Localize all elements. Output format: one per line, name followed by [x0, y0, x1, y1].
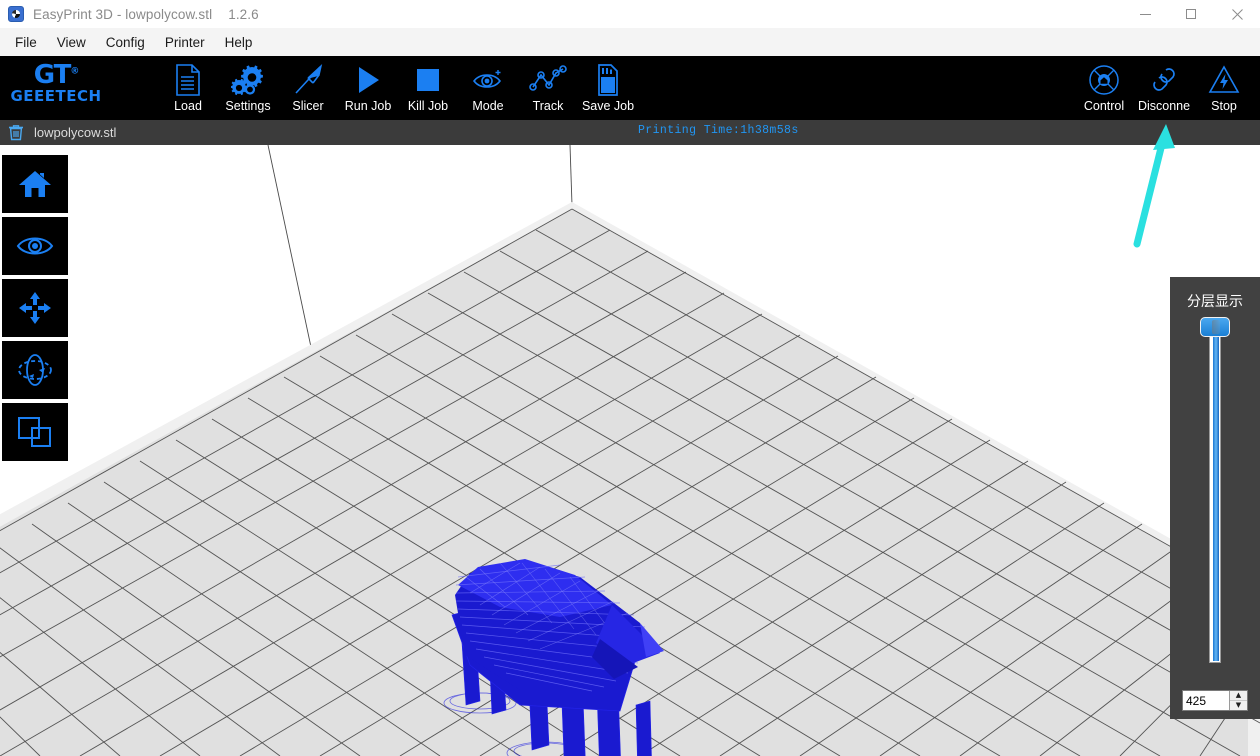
- layer-display-panel: 分层显示 425 ▲ ▼: [1170, 277, 1260, 719]
- mode-label: Mode: [472, 99, 503, 113]
- annotation-arrow-icon: [1125, 118, 1195, 248]
- control-button[interactable]: Control: [1074, 56, 1134, 120]
- toolbar-right-group: Control Disconne: [1074, 56, 1254, 120]
- caret-up-icon[interactable]: ▲: [1230, 691, 1247, 701]
- save-job-button[interactable]: Save Job: [578, 56, 638, 120]
- load-button[interactable]: Load: [158, 56, 218, 120]
- close-icon: [1232, 9, 1243, 20]
- control-dial-icon: [1087, 62, 1121, 98]
- printing-time-status: Printing Time:1h38m58s: [638, 124, 799, 137]
- trash-icon[interactable]: [8, 124, 24, 141]
- menu-help[interactable]: Help: [215, 28, 263, 56]
- sidebar-item-view-mode[interactable]: [2, 217, 68, 275]
- kill-job-label: Kill Job: [408, 99, 448, 113]
- layer-value-stepper[interactable]: 425 ▲ ▼: [1182, 690, 1248, 711]
- sidebar-item-home-view[interactable]: [2, 155, 68, 213]
- current-filename: lowpolycow.stl: [34, 125, 116, 140]
- scale-squares-icon: [17, 416, 53, 448]
- control-label: Control: [1084, 99, 1124, 113]
- rotate-icon: [16, 352, 54, 388]
- logo-mark: GT® GEEETECH: [6, 62, 106, 104]
- disconnect-label: Disconne: [1138, 99, 1190, 113]
- disconnect-button[interactable]: Disconne: [1134, 56, 1194, 120]
- load-label: Load: [174, 99, 202, 113]
- cube-icon: [8, 6, 24, 22]
- toolbar-left-group: Load Settings: [158, 56, 638, 120]
- layer-value-input[interactable]: 425: [1183, 691, 1229, 710]
- minimize-button[interactable]: [1122, 0, 1168, 28]
- layer-slider-fill: [1213, 329, 1219, 661]
- home-icon: [18, 169, 52, 199]
- sidebar-item-move-tool[interactable]: [2, 279, 68, 337]
- slicer-label: Slicer: [292, 99, 323, 113]
- close-button[interactable]: [1214, 0, 1260, 28]
- warning-bolt-icon: [1207, 62, 1241, 98]
- build-plate-scene: [0, 145, 1260, 756]
- play-icon: [353, 62, 383, 98]
- logo-letters: GT: [34, 60, 71, 90]
- gears-icon: [231, 62, 265, 98]
- slicer-button[interactable]: Slicer: [278, 56, 338, 120]
- eye-plus-icon: [471, 62, 505, 98]
- menu-file[interactable]: File: [5, 28, 47, 56]
- logo-brand-name: GEEETECH: [6, 88, 106, 104]
- track-button[interactable]: Track: [518, 56, 578, 120]
- app-version: 1.2.6: [228, 7, 259, 22]
- maximize-icon: [1186, 9, 1196, 19]
- layer-slider-handle[interactable]: [1200, 317, 1230, 337]
- eye-icon: [16, 233, 54, 259]
- window-controls: [1122, 0, 1260, 28]
- caret-down-icon[interactable]: ▼: [1230, 701, 1247, 710]
- track-label: Track: [533, 99, 564, 113]
- maximize-button[interactable]: [1168, 0, 1214, 28]
- viewport-3d[interactable]: [0, 145, 1260, 756]
- graph-nodes-icon: [529, 62, 567, 98]
- layer-stepper-buttons: ▲ ▼: [1229, 691, 1247, 710]
- main-toolbar: GT® GEEETECH Load: [0, 56, 1260, 120]
- minimize-icon: [1140, 14, 1151, 15]
- sd-card-icon: [596, 62, 620, 98]
- mode-button[interactable]: Mode: [458, 56, 518, 120]
- view-tool-sidebar: [2, 155, 68, 465]
- save-job-label: Save Job: [582, 99, 634, 113]
- window-title: EasyPrint 3D - lowpolycow.stl: [33, 7, 212, 22]
- document-icon: [175, 62, 201, 98]
- menu-view[interactable]: View: [47, 28, 96, 56]
- move-arrows-icon: [18, 291, 52, 325]
- menu-bar: File View Config Printer Help: [0, 28, 1260, 56]
- layer-slider[interactable]: [1200, 325, 1230, 663]
- layer-panel-title: 分层显示: [1170, 291, 1260, 311]
- menu-config[interactable]: Config: [96, 28, 155, 56]
- run-job-button[interactable]: Run Job: [338, 56, 398, 120]
- app-window: EasyPrint 3D - lowpolycow.stl 1.2.6 File…: [0, 0, 1260, 756]
- sidebar-item-scale-tool[interactable]: [2, 403, 68, 461]
- settings-button[interactable]: Settings: [218, 56, 278, 120]
- layer-slider-track[interactable]: [1209, 325, 1221, 663]
- file-bar: lowpolycow.stl Printing Time:1h38m58s: [0, 120, 1260, 145]
- link-chain-icon: [1148, 62, 1180, 98]
- sidebar-item-rotate-tool[interactable]: [2, 341, 68, 399]
- menu-printer[interactable]: Printer: [155, 28, 215, 56]
- geeetech-logo: GT® GEEETECH: [6, 62, 106, 114]
- stop-label: Stop: [1211, 99, 1237, 113]
- run-job-label: Run Job: [345, 99, 392, 113]
- settings-label: Settings: [225, 99, 270, 113]
- title-bar: EasyPrint 3D - lowpolycow.stl 1.2.6: [0, 0, 1260, 28]
- slice-knife-icon: [291, 62, 325, 98]
- registered-icon: ®: [70, 66, 78, 76]
- stop-square-icon: [414, 62, 442, 98]
- logo-gt-text: GT®: [6, 62, 106, 88]
- stop-button[interactable]: Stop: [1194, 56, 1254, 120]
- kill-job-button[interactable]: Kill Job: [398, 56, 458, 120]
